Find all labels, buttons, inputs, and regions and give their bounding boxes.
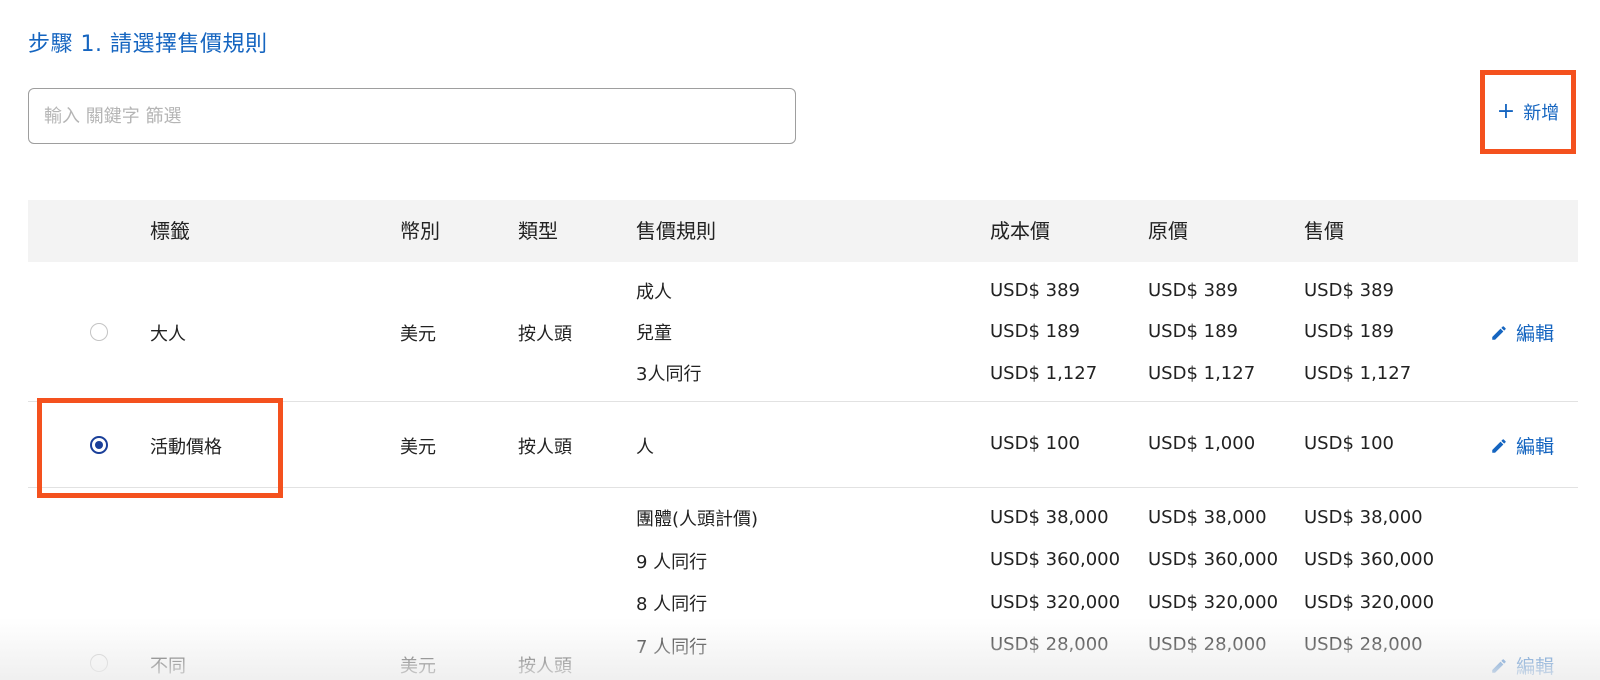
cost-price: USD$ 389 (990, 280, 1080, 302)
rule-name: 7 人同行 (636, 636, 708, 658)
rule-name: 8 人同行 (636, 594, 708, 616)
row-label: 活動價格 (150, 437, 222, 458)
cost-price: USD$ 1,127 (990, 362, 1098, 384)
pencil-icon (1492, 325, 1506, 340)
edit-label: 編輯 (1516, 656, 1555, 678)
header-currency: 幣別 (400, 219, 440, 243)
cost-prices: USD$ 389 USD$ 189 USD$ 1,127 (990, 270, 1097, 394)
table-header: 標籤 幣別 類型 售價規則 成本價 原價 售價 (28, 200, 1578, 262)
table-row[interactable]: 大人 美元 按人頭 成人 兒童 3人同行 USD$ 389 USD$ 189 U… (28, 262, 1578, 402)
rule-name: 3人同行 (636, 364, 702, 386)
header-type: 類型 (518, 219, 558, 243)
row-currency: 美元 (400, 656, 436, 677)
edit-label: 編輯 (1516, 323, 1555, 345)
original-prices: USD$ 38,000 USD$ 360,000 USD$ 320,000 US… (1148, 496, 1278, 666)
add-button-label: 新增 (1523, 103, 1560, 124)
table-row[interactable]: 活動價格 美元 按人頭 人 USD$ 100 USD$ 1,000 USD$ 1… (28, 402, 1578, 488)
original-prices: USD$ 389 USD$ 189 USD$ 1,127 (1148, 270, 1255, 394)
original-price: USD$ 360,000 (1148, 549, 1279, 571)
sale-price: USD$ 38,000 (1304, 506, 1423, 528)
cost-price: USD$ 28,000 (990, 634, 1109, 656)
pricing-rules-table: 標籤 幣別 類型 售價規則 成本價 原價 售價 大人 美元 按人頭 成人 兒童 … (28, 200, 1578, 680)
original-price: USD$ 189 (1148, 321, 1238, 343)
sale-prices: USD$ 38,000 USD$ 360,000 USD$ 320,000 US… (1304, 496, 1434, 666)
row-label: 大人 (150, 324, 186, 345)
rule-name: 兒童 (636, 322, 672, 344)
header-label: 標籤 (150, 219, 190, 243)
cost-price: USD$ 189 (990, 321, 1080, 343)
row-currency: 美元 (400, 324, 436, 345)
rule-names: 團體(人頭計價) 9 人同行 8 人同行 7 人同行 (636, 497, 758, 667)
rule-name: 成人 (636, 281, 672, 303)
rule-name: 團體(人頭計價) (636, 509, 759, 531)
rule-names: 成人 兒童 3人同行 (636, 270, 701, 394)
sale-price: USD$ 1,127 (1304, 362, 1412, 384)
original-price: USD$ 1,000 (1148, 433, 1256, 454)
pencil-icon (1492, 658, 1506, 673)
plus-icon: + (1496, 99, 1516, 124)
add-button[interactable]: + 新增 (1480, 70, 1576, 154)
original-price: USD$ 389 (1148, 280, 1238, 302)
row-type: 按人頭 (518, 437, 572, 458)
rule-name: 人 (636, 437, 654, 458)
edit-button[interactable]: 編輯 (1490, 652, 1554, 679)
sale-prices: USD$ 389 USD$ 189 USD$ 1,127 (1304, 270, 1411, 394)
rule-name: 9 人同行 (636, 551, 708, 573)
pencil-icon (1492, 438, 1506, 453)
edit-button[interactable]: 編輯 (1490, 319, 1554, 346)
sale-price: USD$ 100 (1304, 433, 1394, 454)
cost-prices: USD$ 38,000 USD$ 360,000 USD$ 320,000 US… (990, 496, 1120, 666)
edit-button[interactable]: 編輯 (1490, 432, 1554, 459)
sale-price: USD$ 28,000 (1304, 634, 1423, 656)
original-price: USD$ 320,000 (1148, 591, 1279, 613)
header-rule: 售價規則 (636, 219, 716, 243)
row-label: 不同 (150, 656, 186, 677)
row-radio[interactable] (90, 323, 108, 341)
original-price: USD$ 28,000 (1148, 634, 1267, 656)
cost-price: USD$ 38,000 (990, 506, 1109, 528)
step-title: 步驟 1. 請選擇售價規則 (28, 32, 268, 57)
header-cost: 成本價 (990, 219, 1050, 243)
row-currency: 美元 (400, 437, 436, 458)
cost-price: USD$ 100 (990, 433, 1080, 454)
edit-label: 編輯 (1516, 436, 1555, 458)
sale-price: USD$ 189 (1304, 321, 1394, 343)
cost-price: USD$ 320,000 (990, 591, 1121, 613)
keyword-search-field[interactable] (28, 88, 796, 144)
original-price: USD$ 38,000 (1148, 506, 1267, 528)
row-radio[interactable] (90, 436, 108, 454)
original-price: USD$ 1,127 (1148, 362, 1256, 384)
row-radio[interactable] (90, 654, 108, 672)
row-type: 按人頭 (518, 324, 572, 345)
row-type: 按人頭 (518, 656, 572, 677)
header-sale: 售價 (1304, 219, 1344, 243)
sale-price: USD$ 360,000 (1304, 549, 1435, 571)
cost-price: USD$ 360,000 (990, 549, 1121, 571)
sale-price: USD$ 320,000 (1304, 591, 1435, 613)
header-original: 原價 (1148, 219, 1188, 243)
sale-price: USD$ 389 (1304, 280, 1394, 302)
table-row[interactable]: 不同 美元 按人頭 團體(人頭計價) 9 人同行 8 人同行 7 人同行 USD… (28, 488, 1578, 680)
keyword-search-input[interactable] (29, 89, 795, 143)
